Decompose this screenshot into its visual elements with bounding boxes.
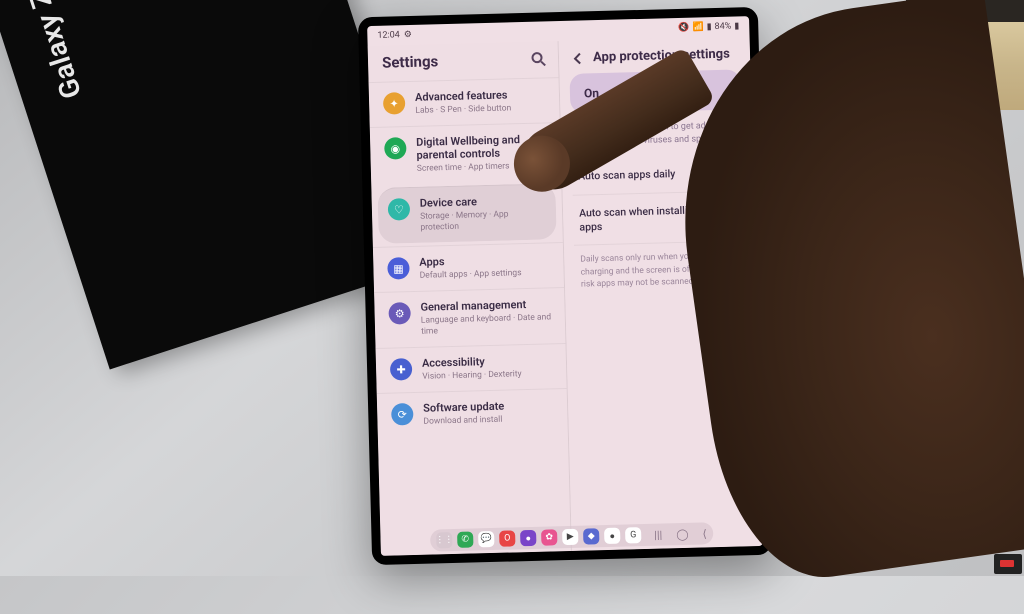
- item-subtitle: Vision · Hearing · Dexterity: [422, 369, 554, 383]
- settings-item-device-care[interactable]: ♡ Device careStorage · Memory · App prote…: [377, 183, 556, 244]
- volume-icon: 🔇: [678, 23, 689, 33]
- dock-app-drawer-icon[interactable]: ⋮⋮: [436, 532, 452, 548]
- settings-title: Settings: [382, 52, 439, 71]
- settings-item-accessibility[interactable]: ✚ AccessibilityVision · Hearing · Dexteri…: [376, 343, 567, 393]
- settings-indicator-icon: ⚙: [404, 30, 412, 40]
- settings-item-general-management[interactable]: ⚙ General managementLanguage and keyboard…: [374, 287, 565, 348]
- item-subtitle: Storage · Memory · App protection: [420, 209, 547, 234]
- item-title: General management: [420, 298, 552, 314]
- digital-wellbeing-icon: ◉: [384, 137, 407, 160]
- apps-icon: ▦: [387, 257, 410, 280]
- item-title: Advanced features: [415, 87, 547, 103]
- channel-badge: [994, 554, 1022, 574]
- dock-app-8-icon[interactable]: ●: [604, 528, 620, 544]
- item-subtitle: Labs · S Pen · Side button: [415, 102, 547, 116]
- nav-home-icon[interactable]: ◯: [676, 527, 689, 540]
- battery-icon: ▮: [734, 21, 739, 31]
- settings-item-apps[interactable]: ▦ AppsDefault apps · App settings: [373, 242, 564, 292]
- nav-recents-icon[interactable]: |||: [654, 528, 662, 541]
- status-time: 12:04: [377, 30, 400, 41]
- signal-icon: ▮: [707, 22, 712, 32]
- item-title: Apps: [419, 253, 551, 269]
- item-subtitle: Default apps · App settings: [420, 268, 552, 282]
- toggle-label: Auto scan apps daily: [578, 167, 701, 184]
- device-care-icon: ♡: [388, 198, 411, 221]
- settings-list-panel: Settings ✦ Advanced featuresLabs · S Pen …: [368, 41, 572, 556]
- item-subtitle: Download and install: [423, 414, 555, 428]
- software-update-icon: ⟳: [391, 403, 414, 426]
- dock-app-4-icon[interactable]: ●: [520, 530, 536, 546]
- item-title: Accessibility: [422, 354, 554, 370]
- advanced-features-icon: ✦: [383, 92, 406, 115]
- item-title: Software update: [423, 399, 555, 415]
- item-title: Device care: [420, 194, 546, 210]
- toggle-label: Auto scan when installing apps: [579, 204, 703, 234]
- settings-item-advanced-features[interactable]: ✦ Advanced featuresLabs · S Pen · Side bu…: [369, 77, 560, 127]
- battery-text: 84%: [714, 22, 731, 32]
- back-icon[interactable]: [571, 51, 585, 65]
- wifi-icon: 📶: [692, 22, 703, 32]
- dock-opera-icon[interactable]: O: [499, 530, 515, 546]
- dock-google-icon[interactable]: G: [625, 527, 641, 543]
- dock-messages-icon[interactable]: 💬: [478, 531, 494, 547]
- dock-app-7-icon[interactable]: ◆: [583, 528, 599, 544]
- search-icon[interactable]: [531, 51, 546, 66]
- settings-item-software-update[interactable]: ⟳ Software updateDownload and install: [377, 388, 568, 438]
- nav-back-icon[interactable]: ⟨: [702, 527, 707, 540]
- item-subtitle: Language and keyboard · Date and time: [421, 313, 554, 339]
- dock-gallery-icon[interactable]: ✿: [541, 529, 557, 545]
- dock-youtube-icon[interactable]: ▶: [562, 529, 578, 545]
- dock-phone-icon[interactable]: ✆: [457, 531, 473, 547]
- accessibility-icon: ✚: [390, 358, 413, 381]
- general-management-icon: ⚙: [388, 302, 411, 325]
